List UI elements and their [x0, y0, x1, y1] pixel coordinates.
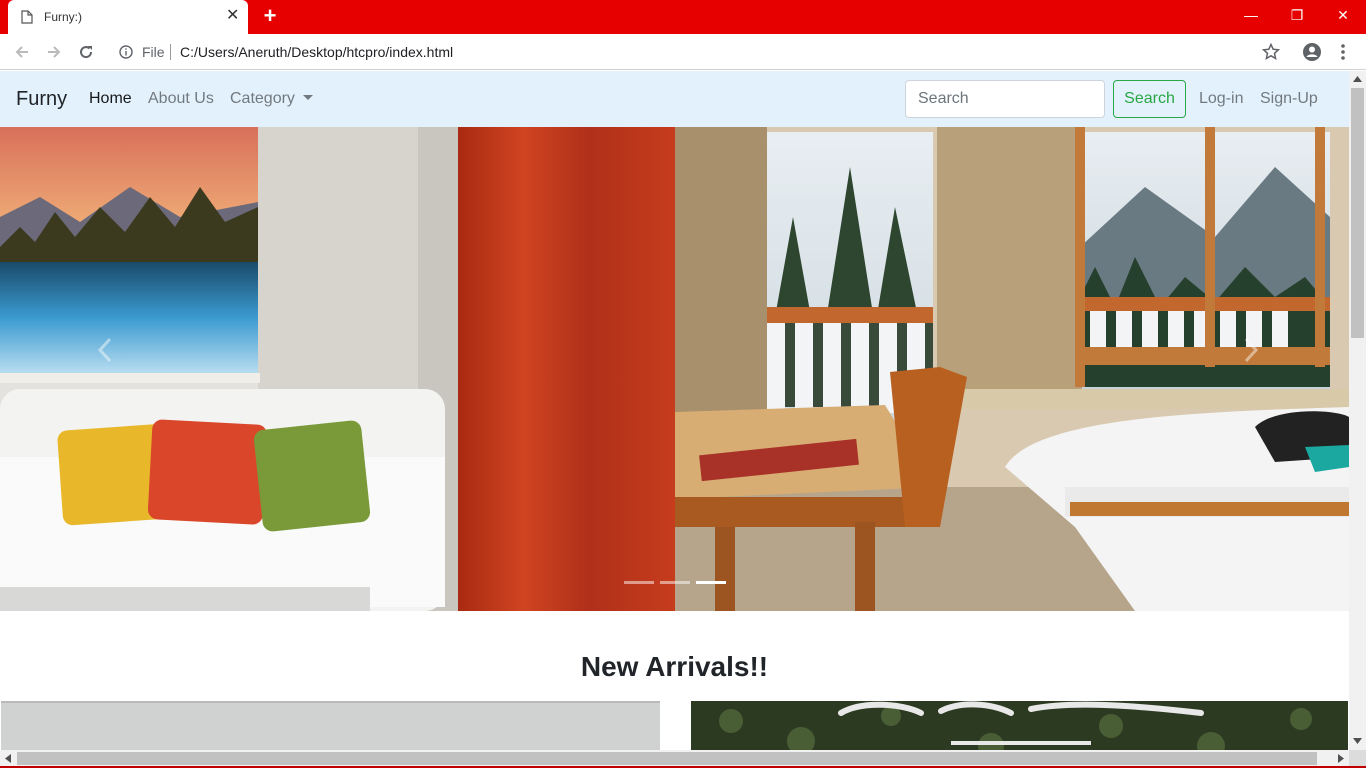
- horizontal-scrollbar[interactable]: [0, 750, 1349, 767]
- signup-link[interactable]: Sign-Up: [1260, 90, 1318, 108]
- info-icon[interactable]: [119, 45, 133, 59]
- omnibox-divider: [170, 44, 171, 60]
- scroll-left-icon[interactable]: [5, 754, 11, 763]
- carousel-indicator-2[interactable]: [660, 581, 690, 584]
- reload-button[interactable]: [74, 40, 98, 64]
- back-button[interactable]: [10, 40, 34, 64]
- carousel-indicator-1[interactable]: [624, 581, 654, 584]
- login-link[interactable]: Log-in: [1199, 90, 1243, 108]
- bedroom-image: [675, 127, 1349, 611]
- reload-icon: [80, 46, 93, 59]
- profile-avatar-icon[interactable]: [1302, 42, 1322, 62]
- tab-close-icon[interactable]: ✕: [226, 7, 239, 25]
- scroll-right-icon[interactable]: [1338, 754, 1344, 763]
- living-room-image: [0, 127, 675, 611]
- scroll-down-icon[interactable]: [1353, 738, 1362, 744]
- brand-logo[interactable]: Furny: [16, 88, 67, 111]
- minimize-button[interactable]: —: [1228, 0, 1274, 30]
- new-tab-button[interactable]: +: [259, 5, 281, 27]
- arrival-card-image-1[interactable]: [1, 701, 660, 750]
- horizontal-scroll-thumb[interactable]: [17, 752, 1317, 765]
- page-viewport: Furny Home About Us Category Search Log-…: [0, 71, 1349, 750]
- forward-button[interactable]: [42, 40, 66, 64]
- arrow-right-icon: [48, 46, 61, 58]
- nav-home[interactable]: Home: [89, 90, 132, 108]
- search-button[interactable]: Search: [1113, 80, 1186, 118]
- url-scheme-label: File: [142, 44, 165, 60]
- carousel-indicator-3[interactable]: [696, 581, 726, 584]
- bookmark-star-icon[interactable]: [1262, 43, 1280, 61]
- close-window-button[interactable]: ✕: [1320, 0, 1366, 30]
- arrow-left-icon: [15, 46, 28, 58]
- hero-carousel: [0, 127, 1349, 611]
- nav-category-dropdown[interactable]: Category: [230, 90, 313, 108]
- tab-title: Furny:): [44, 10, 83, 24]
- scroll-up-icon[interactable]: [1353, 76, 1362, 82]
- carousel-next-icon[interactable]: [1238, 335, 1262, 365]
- browser-toolbar: File C:/Users/Aneruth/Desktop/htcpro/ind…: [0, 34, 1366, 70]
- kebab-menu-icon[interactable]: [1339, 42, 1347, 62]
- carousel-prev-icon[interactable]: [94, 335, 118, 365]
- vertical-scroll-thumb[interactable]: [1351, 88, 1364, 338]
- tab-strip: Furny:) ✕ + — ❐ ✕: [0, 0, 1366, 34]
- nav-about-us[interactable]: About Us: [148, 90, 214, 108]
- address-bar[interactable]: File C:/Users/Aneruth/Desktop/htcpro/ind…: [108, 38, 1298, 66]
- carousel-indicators: [624, 581, 726, 585]
- arrival-card-image-2[interactable]: [691, 701, 1348, 750]
- url-text[interactable]: C:/Users/Aneruth/Desktop/htcpro/index.ht…: [180, 44, 453, 60]
- restore-button[interactable]: ❐: [1274, 0, 1320, 30]
- search-input[interactable]: [905, 80, 1105, 118]
- nav-category-label: Category: [230, 90, 295, 107]
- caret-down-icon: [302, 95, 313, 100]
- page-icon: [21, 10, 33, 24]
- site-navbar: Furny Home About Us Category Search Log-…: [0, 71, 1349, 127]
- new-arrivals-heading: New Arrivals!!: [580, 651, 769, 682]
- browser-tab[interactable]: Furny:) ✕: [8, 0, 248, 34]
- vertical-scrollbar[interactable]: [1349, 71, 1366, 750]
